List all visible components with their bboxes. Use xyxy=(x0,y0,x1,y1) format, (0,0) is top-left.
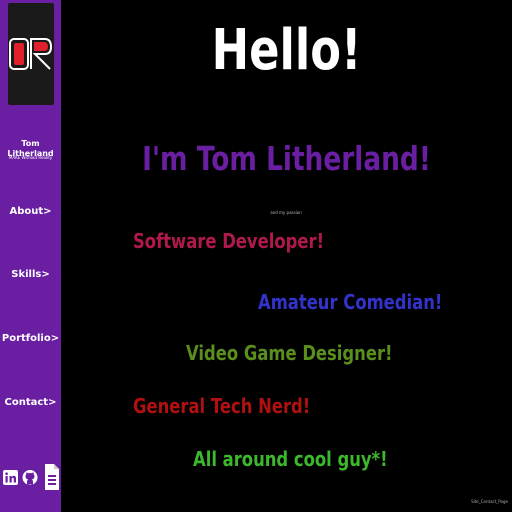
nav-contact[interactable]: Contact> xyxy=(0,397,61,408)
nav-skills[interactable]: Skills> xyxy=(0,269,61,280)
document-icon xyxy=(45,464,59,490)
bio-snippet: and my passion xyxy=(270,210,302,215)
logo[interactable] xyxy=(8,3,54,105)
nav-portfolio[interactable]: Portfolio> xyxy=(0,333,61,344)
github-link[interactable] xyxy=(22,456,38,498)
role-cool-guy: All around cool guy*! xyxy=(193,447,388,471)
logo-mark-icon xyxy=(9,38,53,70)
role-tech-nerd: General Tech Nerd! xyxy=(133,394,311,418)
footer-text: Site_Contact_Page xyxy=(471,499,508,504)
profile-subtitle: MAKE Without Reality xyxy=(8,155,53,160)
resume-link[interactable] xyxy=(44,456,60,498)
intro-heading: I'm Tom Litherland! xyxy=(142,139,431,178)
linkedin-link[interactable] xyxy=(2,456,18,498)
role-software-developer: Software Developer! xyxy=(133,229,325,253)
linkedin-icon xyxy=(2,469,18,485)
nav-about[interactable]: About> xyxy=(0,206,61,217)
greeting-heading: Hello! xyxy=(211,18,362,83)
github-icon xyxy=(22,469,38,485)
role-amateur-comedian: Amateur Comedian! xyxy=(258,290,443,314)
role-game-designer: Video Game Designer! xyxy=(186,341,393,365)
sidebar: Tom Litherland MAKE Without Reality Abou… xyxy=(0,0,61,512)
